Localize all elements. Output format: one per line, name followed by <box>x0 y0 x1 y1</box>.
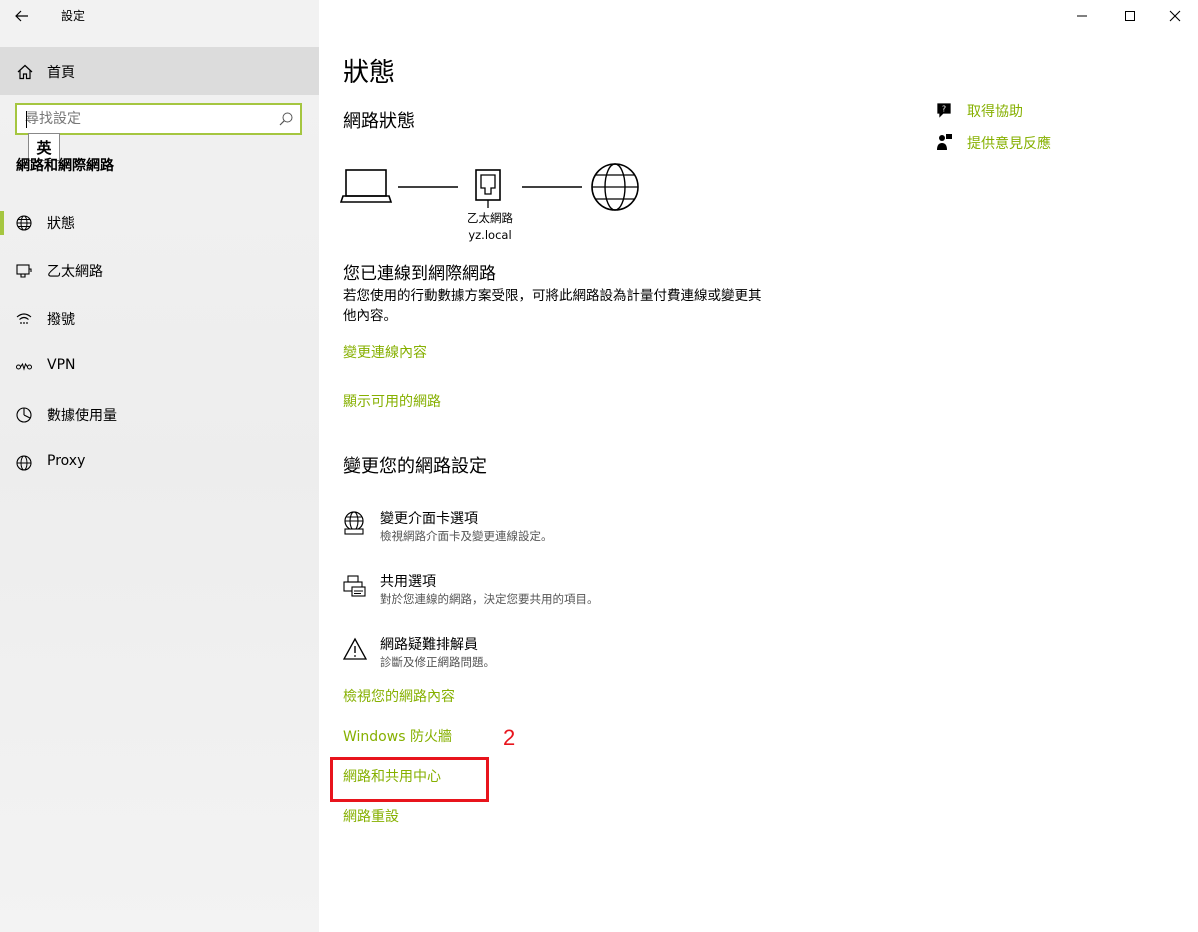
get-help-link[interactable]: ? 取得協助 <box>935 100 1155 122</box>
change-adapter-options[interactable]: 變更介面卡選項 檢視網路介面卡及變更連線設定。 <box>342 508 842 552</box>
setting-description: 對於您連線的網路，決定您要共用的項目。 <box>380 592 599 606</box>
feedback-person-icon <box>937 134 952 150</box>
ethernet-icon <box>16 264 32 278</box>
maximize-button[interactable] <box>1107 0 1153 32</box>
feedback-link[interactable]: 提供意見反應 <box>935 132 1155 154</box>
annotation-highlight-box <box>330 757 489 802</box>
sidebar-item-label: 撥號 <box>47 312 75 328</box>
minimize-icon <box>1077 15 1087 17</box>
sidebar-item-label: VPN <box>47 357 76 373</box>
change-connection-properties-link[interactable]: 變更連線內容 <box>343 342 427 362</box>
view-network-properties-link[interactable]: 檢視您的網路內容 <box>343 686 455 706</box>
setting-title: 變更介面卡選項 <box>380 511 478 527</box>
get-help-label: 取得協助 <box>967 104 1023 120</box>
sidebar-item-label: Proxy <box>47 453 86 469</box>
svg-text:?: ? <box>942 105 946 114</box>
dialup-icon <box>16 313 32 324</box>
sidebar-item-label: 狀態 <box>47 216 75 232</box>
minimize-button[interactable] <box>1059 0 1105 32</box>
change-settings-heading: 變更您的網路設定 <box>343 456 487 477</box>
sidebar-item-data-usage[interactable]: 數據使用量 <box>0 393 319 437</box>
warning-triangle-icon <box>342 637 368 660</box>
sharing-options[interactable]: 共用選項 對於您連線的網路，決定您要共用的項目。 <box>342 571 842 615</box>
setting-description: 診斷及修正網路問題。 <box>380 655 495 669</box>
windows-firewall-link[interactable]: Windows 防火牆 <box>343 726 452 746</box>
sidebar-item-label: 數據使用量 <box>47 408 117 424</box>
sidebar-item-dialup[interactable]: 撥號 <box>0 297 319 341</box>
app-title: 設定 <box>61 9 86 23</box>
domain-label: yz.local <box>468 228 512 242</box>
home-label: 首頁 <box>47 65 75 81</box>
vpn-icon <box>16 362 32 371</box>
search-box[interactable] <box>15 103 302 135</box>
adapter-label: 乙太網路 <box>467 211 513 225</box>
globe-status-icon <box>16 215 32 231</box>
help-chat-icon: ? <box>937 103 951 118</box>
sidebar-item-ethernet[interactable]: 乙太網路 <box>0 249 319 293</box>
setting-description: 檢視網路介面卡及變更連線設定。 <box>380 529 553 543</box>
settings-window: 設定 首頁 英 網路和網際網路 狀態 <box>0 0 1198 932</box>
close-icon <box>1169 10 1181 22</box>
ethernet-adapter-icon <box>475 169 501 208</box>
home-icon <box>17 64 33 80</box>
sidebar-item-label: 乙太網路 <box>47 264 103 280</box>
laptop-icon <box>339 169 393 203</box>
search-input[interactable] <box>25 110 265 128</box>
sidebar-item-status[interactable]: 狀態 <box>0 201 319 245</box>
home-nav-item[interactable]: 首頁 <box>0 47 319 95</box>
adapter-globe-icon <box>344 511 364 535</box>
sidebar: 設定 首頁 英 網路和網際網路 狀態 <box>0 0 319 932</box>
network-status-heading: 網路狀態 <box>343 111 415 132</box>
sharing-printer-icon <box>343 575 366 597</box>
globe-icon <box>16 455 32 471</box>
network-reset-link[interactable]: 網路重設 <box>343 806 399 826</box>
network-troubleshooter[interactable]: 網路疑難排解員 診斷及修正網路問題。 <box>342 634 842 678</box>
setting-title: 共用選項 <box>380 574 436 590</box>
sidebar-item-proxy[interactable]: Proxy <box>0 441 319 485</box>
connected-description: 若您使用的行動數據方案受限，可將此網路設為計量付費連線或變更其他內容。 <box>343 288 762 324</box>
show-available-networks-link[interactable]: 顯示可用的網路 <box>343 391 441 411</box>
connected-heading: 您已連線到網際網路 <box>343 264 496 284</box>
search-icon[interactable] <box>278 111 294 127</box>
maximize-icon <box>1125 11 1135 21</box>
data-usage-icon <box>16 407 32 423</box>
setting-title: 網路疑難排解員 <box>380 637 478 653</box>
feedback-label: 提供意見反應 <box>967 136 1051 152</box>
network-diagram: 乙太網路 yz.local <box>339 160 650 245</box>
back-arrow-icon <box>15 10 28 22</box>
sidebar-section-title: 網路和網際網路 <box>16 158 114 174</box>
page-title: 狀態 <box>343 58 396 88</box>
internet-globe-icon <box>591 163 639 211</box>
title-bar: 設定 <box>0 0 319 32</box>
text-caret <box>26 111 27 128</box>
close-button[interactable] <box>1152 0 1198 32</box>
annotation-number: 2 <box>503 725 516 750</box>
back-button[interactable] <box>10 4 34 28</box>
sidebar-item-vpn[interactable]: VPN <box>0 345 319 389</box>
